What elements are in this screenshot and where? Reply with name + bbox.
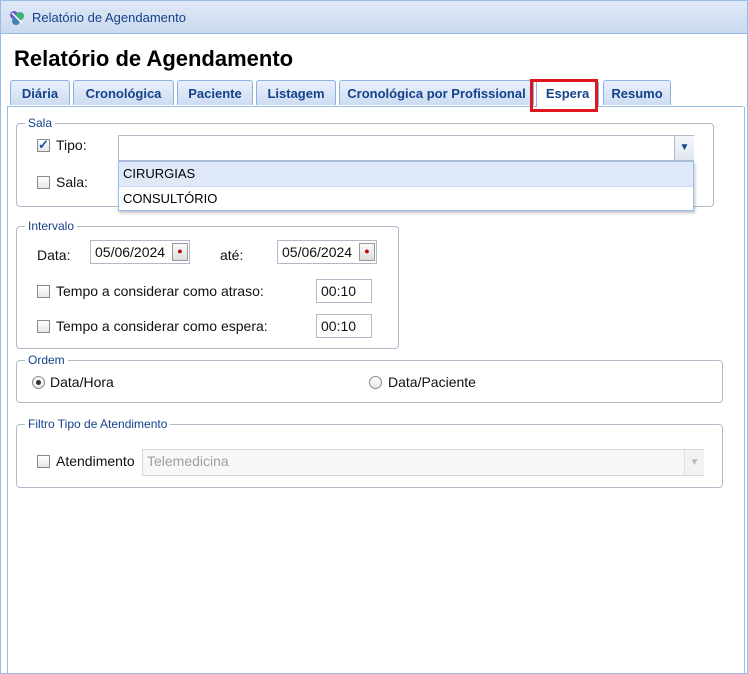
chevron-down-icon: ▼	[689, 457, 700, 468]
atendimento-checkbox[interactable]	[37, 455, 50, 468]
atendimento-combo[interactable]: Telemedicina	[142, 449, 704, 476]
ordem-data-paciente-label: Data/Paciente	[388, 374, 476, 390]
tab-listagem[interactable]: Listagem	[256, 80, 336, 105]
tab-cronologica-profissional[interactable]: Cronológica por Profissional	[339, 80, 534, 105]
page-title: Relatório de Agendamento	[14, 46, 294, 71]
intervalo-legend: Intervalo	[25, 219, 78, 233]
calendar-icon[interactable]: ●	[359, 243, 375, 261]
tab-resumo[interactable]: Resumo	[603, 80, 671, 105]
title-bar: Relatório de Agendamento	[1, 1, 747, 34]
tab-diaria[interactable]: Diária	[10, 80, 70, 105]
report-window: Relatório de Agendamento Relatório de Ag…	[0, 0, 748, 674]
tipo-combo-trigger[interactable]: ▼	[674, 136, 694, 160]
ate-label: até:	[220, 247, 244, 263]
atendimento-label: Atendimento	[56, 453, 135, 469]
ordem-data-paciente-radio[interactable]	[369, 376, 382, 389]
sala-checkbox[interactable]	[37, 176, 50, 189]
atraso-label: Tempo a considerar como atraso:	[56, 283, 264, 299]
atendimento-combo-trigger[interactable]: ▼	[684, 450, 704, 475]
ordem-legend: Ordem	[25, 353, 68, 367]
filtro-legend: Filtro Tipo de Atendimento	[25, 417, 171, 431]
dropdown-option-consultorio[interactable]: CONSULTÓRIO	[119, 187, 693, 211]
espera-label: Tempo a considerar como espera:	[56, 318, 268, 334]
tipo-checkbox[interactable]	[37, 137, 50, 153]
chevron-down-icon: ▼	[679, 142, 690, 153]
app-logo-icon	[10, 11, 24, 25]
tipo-label: Tipo:	[56, 137, 87, 153]
tab-cronologica[interactable]: Cronológica	[73, 80, 174, 105]
ordem-data-hora-radio[interactable]	[32, 376, 45, 389]
tab-paciente[interactable]: Paciente	[177, 80, 253, 105]
window-title: Relatório de Agendamento	[32, 10, 186, 25]
calendar-icon[interactable]: ●	[172, 243, 188, 261]
espera-field[interactable]: 00:10	[316, 314, 372, 338]
tab-strip: Diária Cronológica Paciente Listagem Cro…	[7, 80, 743, 107]
ordem-data-hora-label: Data/Hora	[50, 374, 114, 390]
tipo-combo[interactable]	[118, 135, 694, 161]
atraso-field[interactable]: 00:10	[316, 279, 372, 303]
espera-checkbox[interactable]	[37, 320, 50, 333]
data-label: Data:	[37, 247, 71, 263]
tipo-dropdown-list: CIRURGIAS CONSULTÓRIO	[118, 161, 694, 211]
sala-legend: Sala	[25, 116, 56, 130]
dropdown-option-cirurgias[interactable]: CIRURGIAS	[119, 162, 693, 187]
atraso-checkbox[interactable]	[37, 285, 50, 298]
sala-label: Sala:	[56, 174, 88, 190]
